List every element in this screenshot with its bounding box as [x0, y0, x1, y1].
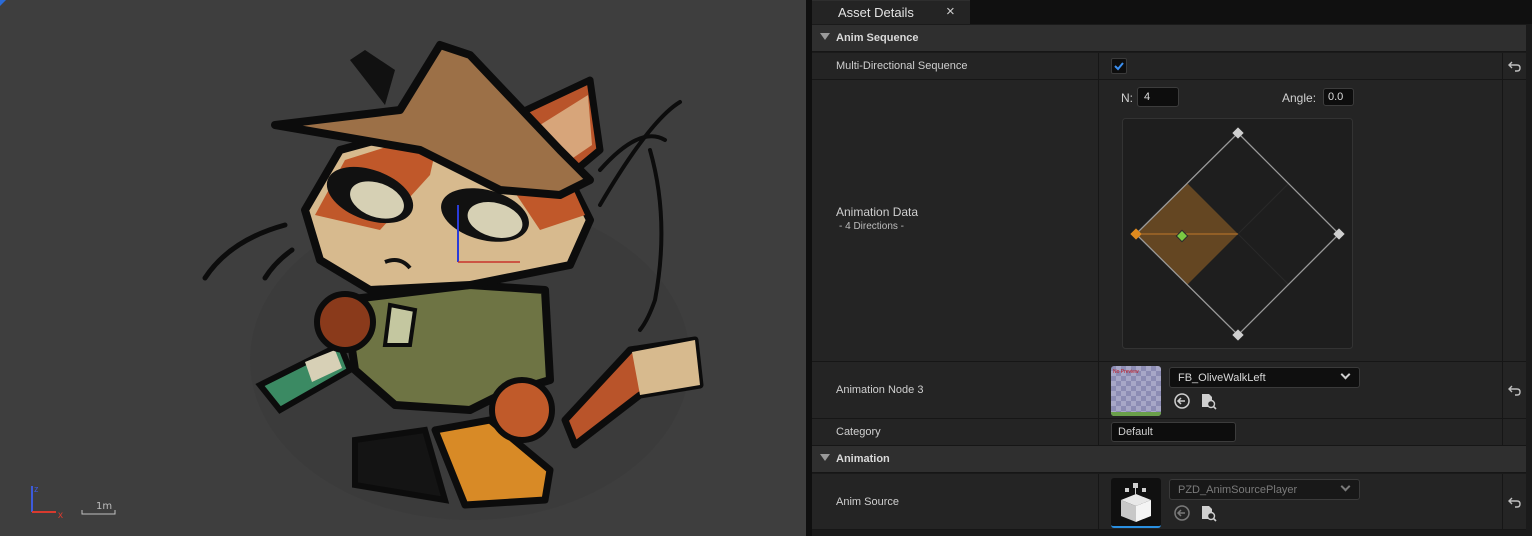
scale-label: 1m [96, 501, 113, 512]
property-label: Multi-Directional Sequence [836, 60, 968, 72]
property-row-animation-data: Animation Data - 4 Directions - N: 4 Ang… [812, 80, 1526, 362]
browse-asset-icon[interactable] [1199, 392, 1217, 410]
asset-name: PZD_AnimSourcePlayer [1178, 484, 1298, 496]
category-animation[interactable]: Animation [812, 446, 1526, 473]
anim-source-thumbnail[interactable] [1111, 478, 1161, 528]
n-label: N: [1121, 91, 1133, 105]
use-selected-icon[interactable] [1173, 504, 1191, 522]
angle-input[interactable]: 0.0 [1323, 88, 1354, 106]
character-preview [202, 41, 704, 520]
animation-viewport[interactable]: z x 1m [0, 0, 806, 536]
multi-directional-checkbox[interactable] [1111, 58, 1127, 74]
axis-gizmo: z x [31, 484, 63, 520]
chevron-down-icon [1340, 481, 1351, 492]
axis-x-label: x [58, 510, 63, 520]
n-input[interactable]: 4 [1137, 87, 1179, 107]
category-anim-sequence[interactable]: Anim Sequence [812, 25, 1526, 52]
category-title: Anim Sequence [836, 32, 919, 44]
tab-title: Asset Details [838, 5, 914, 20]
chevron-down-icon [1340, 369, 1351, 380]
asset-thumbnail[interactable]: No Preview [1111, 366, 1161, 416]
collapse-arrow-icon[interactable] [820, 33, 830, 40]
direction-diagram[interactable] [1122, 118, 1354, 350]
tab-asset-details[interactable]: Asset Details × [812, 0, 970, 24]
reset-to-default-icon[interactable] [1508, 495, 1522, 509]
angle-label: Angle: [1282, 91, 1317, 105]
close-icon[interactable]: × [946, 3, 955, 20]
category-input[interactable]: Default [1111, 422, 1236, 442]
asset-picker-combo[interactable]: FB_OliveWalkLeft [1169, 367, 1360, 388]
reset-to-default-icon[interactable] [1508, 59, 1522, 73]
axis-z-label: z [34, 484, 39, 494]
check-icon [1114, 62, 1124, 71]
property-label: Animation Data [836, 205, 919, 219]
reset-to-default-icon[interactable] [1508, 383, 1522, 397]
asset-name: FB_OliveWalkLeft [1178, 372, 1266, 384]
property-row-anim-source: Anim Source PZD_AnimSourcePlayer [812, 474, 1526, 530]
category-title: Animation [836, 453, 890, 465]
anim-source-combo[interactable]: PZD_AnimSourcePlayer [1169, 479, 1360, 500]
asset-details-panel: Asset Details × Anim Sequence Multi-Dire… [812, 0, 1532, 536]
thumbnail-text: No Preview [1113, 369, 1139, 375]
browse-asset-icon[interactable] [1199, 504, 1217, 522]
use-selected-icon[interactable] [1173, 392, 1191, 410]
property-sublabel: - 4 Directions - [839, 221, 905, 232]
property-label: Anim Source [836, 496, 899, 508]
property-row-multi-directional: Multi-Directional Sequence [812, 53, 1526, 80]
property-row-animation-node-3: Animation Node 3 No Preview FB_OliveWalk… [812, 362, 1526, 419]
property-row-category: Category Default [812, 419, 1526, 446]
tab-bar: Asset Details × [812, 0, 1532, 24]
blueprint-cube-icon [1121, 483, 1151, 522]
property-label: Animation Node 3 [836, 384, 924, 396]
collapse-arrow-icon[interactable] [820, 454, 830, 461]
property-label: Category [836, 426, 881, 438]
